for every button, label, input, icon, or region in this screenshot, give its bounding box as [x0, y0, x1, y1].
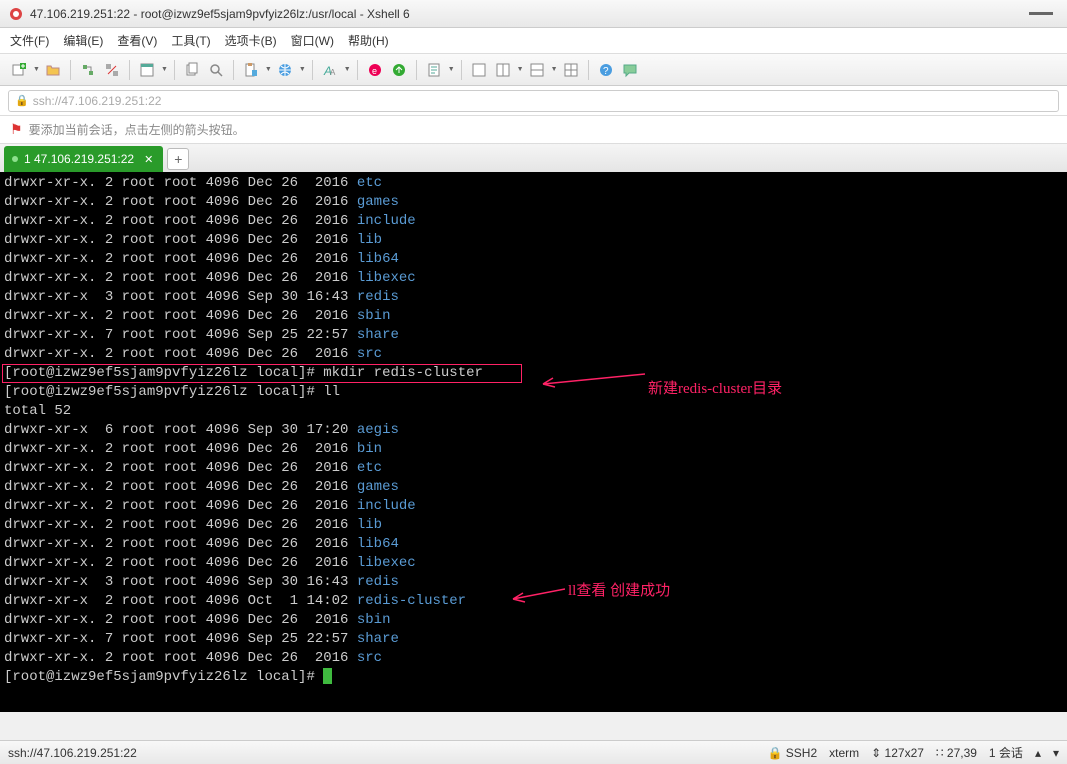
menu-tabs[interactable]: 选项卡(B) — [225, 32, 277, 49]
disconnect-icon[interactable] — [101, 59, 123, 81]
status-pos: ∷ 27,39 — [936, 746, 977, 760]
script-icon[interactable] — [423, 59, 445, 81]
open-session-icon[interactable] — [42, 59, 64, 81]
menu-help[interactable]: 帮助(H) — [348, 32, 389, 49]
search-icon[interactable] — [205, 59, 227, 81]
status-up-icon[interactable]: ▴ — [1035, 746, 1041, 760]
terminal[interactable]: 新建redis-cluster目录 ll查看 创建成功 drwxr-xr-x. … — [0, 172, 1067, 712]
status-address: ssh://47.106.219.251:22 — [8, 746, 768, 760]
session-tab[interactable]: 1 47.106.219.251:22 ✕ — [4, 146, 163, 172]
menubar: 文件(F) 编辑(E) 查看(V) 工具(T) 选项卡(B) 窗口(W) 帮助(… — [0, 28, 1067, 54]
address-input[interactable]: 🔒 ssh://47.106.219.251:22 — [8, 90, 1059, 112]
chat-icon[interactable] — [619, 59, 641, 81]
annotation-2: ll查看 创建成功 — [568, 582, 670, 601]
toolbar: ▼ ▼ ▼ ▼ AA▼ e ▼ ▼ ▼ ? — [0, 54, 1067, 86]
tab-label: 1 47.106.219.251:22 — [24, 152, 134, 166]
layout1-icon[interactable] — [468, 59, 490, 81]
window-title: 47.106.219.251:22 - root@izwz9ef5sjam9pv… — [30, 7, 1029, 21]
reconnect-icon[interactable] — [77, 59, 99, 81]
svg-text:?: ? — [603, 66, 609, 77]
svg-text:A: A — [330, 68, 336, 77]
titlebar: 47.106.219.251:22 - root@izwz9ef5sjam9pv… — [0, 0, 1067, 28]
properties-icon[interactable] — [136, 59, 158, 81]
tab-close-icon[interactable]: ✕ — [144, 153, 153, 166]
copy-icon[interactable] — [181, 59, 203, 81]
status-ssh: 🔒 SSH2 — [768, 746, 818, 760]
font-icon[interactable]: AA — [319, 59, 341, 81]
help-icon[interactable]: ? — [595, 59, 617, 81]
paste-icon[interactable] — [240, 59, 262, 81]
statusbar: ssh://47.106.219.251:22 🔒 SSH2 xterm ⇕ 1… — [0, 740, 1067, 764]
layout4-icon[interactable] — [560, 59, 582, 81]
status-size: ⇕ 127x27 — [871, 746, 924, 760]
app-icon — [8, 6, 24, 22]
layout2-icon[interactable] — [492, 59, 514, 81]
xftp-icon[interactable] — [388, 59, 410, 81]
tab-status-icon — [12, 156, 18, 162]
lock2-icon: 🔒 — [768, 746, 783, 760]
menu-view[interactable]: 查看(V) — [117, 32, 157, 49]
menu-file[interactable]: 文件(F) — [10, 32, 49, 49]
menu-window[interactable]: 窗口(W) — [291, 32, 334, 49]
xagent-icon[interactable]: e — [364, 59, 386, 81]
layout3-icon[interactable] — [526, 59, 548, 81]
svg-text:e: e — [372, 66, 377, 76]
new-session-icon[interactable] — [8, 59, 30, 81]
flag-icon: ⚑ — [10, 121, 23, 138]
menu-edit[interactable]: 编辑(E) — [63, 32, 103, 49]
globe-icon[interactable] — [274, 59, 296, 81]
status-down-icon[interactable]: ▾ — [1053, 746, 1059, 760]
tipbar: ⚑ 要添加当前会话，点击左侧的箭头按钮。 — [0, 116, 1067, 144]
status-term: xterm — [829, 746, 859, 760]
tabbar: 1 47.106.219.251:22 ✕ + — [0, 144, 1067, 172]
tab-add-button[interactable]: + — [167, 148, 189, 170]
lock-icon: 🔒 — [15, 94, 29, 107]
tip-text: 要添加当前会话，点击左侧的箭头按钮。 — [29, 121, 245, 138]
annotation-1: 新建redis-cluster目录 — [648, 380, 782, 399]
addressbar: 🔒 ssh://47.106.219.251:22 — [0, 86, 1067, 116]
menu-tools[interactable]: 工具(T) — [171, 32, 210, 49]
minimize-button[interactable] — [1029, 12, 1053, 16]
status-sessions: 1 会话 — [989, 744, 1023, 761]
address-text: ssh://47.106.219.251:22 — [33, 94, 162, 108]
